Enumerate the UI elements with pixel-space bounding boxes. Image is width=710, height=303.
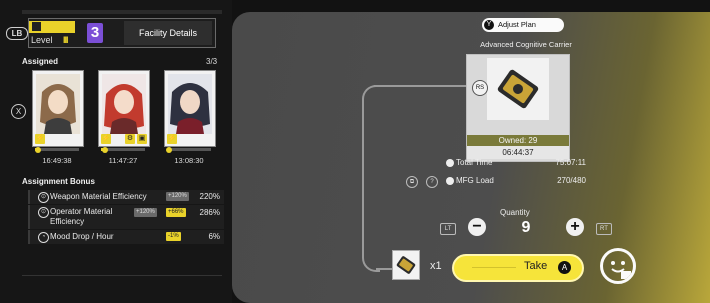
skill-icons: ⚡ ⚙ ▣ [99,133,149,145]
product-card[interactable]: Owned: 29 06:44:37 [466,54,570,162]
operator-portrait [36,74,80,134]
bonus-chip: +120% [166,192,189,201]
operator-slot-1[interactable]: ⚡ 16:49:38 [32,70,84,168]
a-button-icon: A [558,261,571,274]
adjust-plan-label: Adjust Plan [498,20,536,29]
total-time-label: Total Time [456,158,493,167]
quantity-stepper: LT − 9 + RT [440,218,612,238]
mfg-load-row: MFG Load 270/480 [446,176,586,188]
rt-button[interactable]: RT [596,223,612,235]
load-icon [446,177,454,185]
take-button[interactable]: Take A [452,254,584,282]
top-decoration [22,10,222,14]
take-multiplier: x1 [430,260,442,272]
efficiency-icon: ⊙ [38,192,49,203]
connector-line [362,101,364,256]
bonus-row-mood: ◔ Mood Drop / Hour -1% 6% [28,230,224,244]
product-image [487,58,549,120]
quantity-value: 9 [521,219,531,236]
assigned-title: Assigned [22,57,59,66]
bonus-chip: +120% [134,208,157,217]
decrease-button[interactable]: − [468,218,486,236]
level-number: 3 [87,23,103,43]
lb-button[interactable]: LB [6,27,28,40]
operator-card[interactable]: ⚡ ⚙ ▣ [98,70,150,147]
operator-time: 11:47:27 [108,156,138,165]
total-time-row: Total Time 75:07:11 [446,158,586,170]
bonus-row-operator: ⊙ Operator Material Efficiency +120% +66… [28,205,224,229]
grid-icon [32,22,41,31]
connector-line [376,268,392,270]
operator-slot-2[interactable]: ⚡ ⚙ ▣ 11:47:27 [98,70,150,168]
help-icon[interactable]: ? [426,176,438,188]
mfg-load-label: MFG Load [456,176,494,185]
lock-icon: ▣ [137,134,147,144]
divider [22,275,222,276]
operator-time: 13:08:30 [174,156,204,165]
increase-button[interactable]: + [566,218,584,236]
production-panel: Y Adjust Plan Advanced Cognitive Carrier… [232,12,710,303]
progress-dot [166,147,173,153]
skill-icons: ⚡ [165,133,215,145]
total-time-value: 75:07:11 [555,158,586,167]
progress-dot [34,147,41,153]
level-bars: III [63,35,68,45]
take-decoration [472,267,516,268]
remove-button[interactable]: X [11,104,26,119]
quantity-label: Quantity [500,208,530,217]
connector-line [374,85,466,87]
bonus-label: Mood Drop / Hour [50,232,114,241]
bonus-chip: +66% [166,208,186,217]
bonus-percent: 6% [208,232,220,241]
bonus-label: Operator Material Efficiency [50,207,113,226]
bonus-percent: 286% [199,208,220,217]
bolt-icon: ⚡ [167,134,177,144]
bonus-title: Assignment Bonus [22,177,95,186]
facility-details-button[interactable]: Facility Details [124,21,212,45]
owned-count: Owned: 29 [467,135,569,146]
level-box: Level III 3 Facility Details [28,18,216,48]
bolt-icon: ⚡ [35,134,45,144]
lt-button[interactable]: LT [440,223,456,235]
bonus-row-weapon: ⊙ Weapon Material Efficiency +120% 220% [28,190,224,204]
operator-slot-3[interactable]: ⚡ 13:08:30 [164,70,216,168]
gear-icon: ⚙ [125,134,135,144]
operator-card[interactable]: ⚡ [32,70,84,147]
take-label: Take [524,260,548,272]
bolt-icon: ⚡ [101,134,111,144]
left-panel: LB Level III 3 Facility Details Assigned… [0,0,232,303]
connector-curve [362,85,380,103]
mfg-load-value: 270/480 [557,176,586,185]
clock-icon [446,159,454,167]
bonus-label: Weapon Material Efficiency [50,192,147,201]
rs-button[interactable]: RS [472,80,488,96]
operator-card[interactable]: ⚡ [164,70,216,147]
assigned-count: 3/3 [206,57,218,66]
operator-portrait [168,74,212,134]
bonus-percent: 220% [199,192,220,201]
product-name: Advanced Cognitive Carrier [480,40,572,49]
adjust-plan-button[interactable]: Y Adjust Plan [482,18,564,32]
y-button-icon: Y [484,20,494,30]
progress-dot [102,147,109,153]
skill-icons: ⚡ [33,133,83,145]
mood-icon: ◔ [38,232,49,243]
progress-bar [35,148,79,151]
product-thumbnail [392,250,420,280]
bonus-chip: -1% [166,232,181,241]
progress-bar [167,148,211,151]
link-icon[interactable]: ⧉ [406,176,418,188]
operator-time: 16:49:38 [42,156,72,165]
operator-portrait [102,74,146,134]
assistant-robot-icon[interactable] [600,248,636,284]
efficiency-icon: ⊙ [38,207,49,218]
level-label: Level [31,35,53,45]
